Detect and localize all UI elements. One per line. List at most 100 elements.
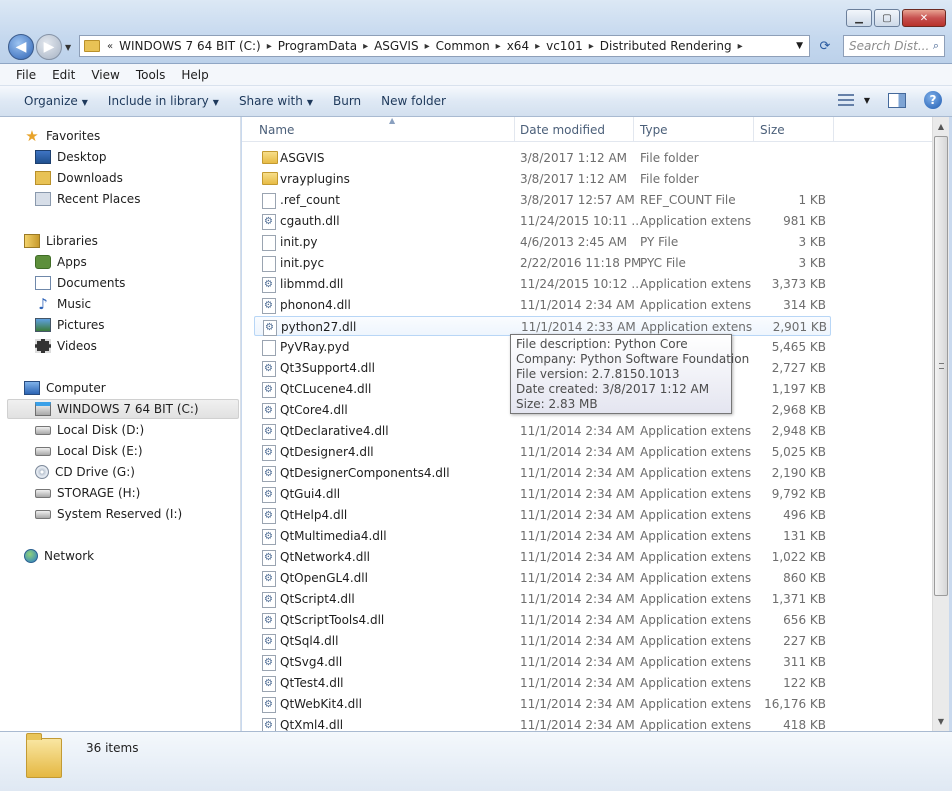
column-name[interactable]: Name ▲ (253, 117, 515, 142)
nav-desktop[interactable]: Desktop (35, 147, 107, 167)
breadcrumb-separator-icon[interactable]: ▸ (587, 41, 596, 52)
column-size[interactable]: Size (754, 117, 834, 142)
nav-drive-d[interactable]: Local Disk (D:) (35, 420, 144, 440)
breadcrumb-item[interactable]: x64 (503, 39, 533, 53)
file-row[interactable]: cgauth.dll 11/24/2015 10:11 ...Applicatio… (254, 211, 831, 231)
nav-documents[interactable]: Documents (35, 273, 125, 293)
file-row[interactable]: vrayplugins 3/8/2017 1:12 AM File folder (254, 169, 831, 189)
file-row[interactable]: QtOpenGL4.dll 11/1/2014 2:34 AM Applicatio… (254, 568, 831, 588)
vertical-scrollbar[interactable]: ▲ ▼ (932, 117, 949, 731)
address-bar[interactable]: « WINDOWS 7 64 BIT (C:) ▸ ProgramData ▸ ASGV… (79, 35, 810, 57)
breadcrumb-item[interactable]: ProgramData (274, 39, 361, 53)
breadcrumb-separator-icon[interactable]: ▸ (423, 41, 432, 52)
forward-button[interactable]: ▶ (36, 34, 62, 60)
file-type: Application extens... (640, 277, 752, 291)
scroll-thumb[interactable] (934, 136, 948, 596)
address-dropdown-icon[interactable]: ▼ (796, 41, 803, 51)
nav-videos[interactable]: Videos (35, 336, 97, 356)
nav-apps[interactable]: Apps (35, 252, 87, 272)
nav-music[interactable]: ♪ Music (35, 294, 91, 314)
file-row[interactable]: QtTest4.dll 11/1/2014 2:34 AM Application … (254, 673, 831, 693)
burn-button[interactable]: Burn (323, 94, 371, 108)
overflow-chevron[interactable]: « (105, 41, 115, 52)
nav-label: STORAGE (H:) (57, 486, 141, 500)
file-row[interactable]: .ref_count 3/8/2017 12:57 AM REF_COUNT Fil… (254, 190, 831, 210)
help-icon[interactable]: ? (924, 91, 942, 109)
file-row[interactable]: QtDesigner4.dll 11/1/2014 2:34 AM Applicat… (254, 442, 831, 462)
include-in-library-button[interactable]: Include in library ▼ (98, 94, 229, 108)
scroll-down-button[interactable]: ▼ (933, 713, 949, 730)
menu-file[interactable]: File (8, 68, 44, 82)
file-row[interactable]: QtWebKit4.dll 11/1/2014 2:34 AM Applicatio… (254, 694, 831, 714)
close-button[interactable]: ✕ (902, 9, 946, 27)
file-row[interactable]: QtXml4.dll 11/1/2014 2:34 AM Application e… (254, 715, 831, 731)
nav-pictures[interactable]: Pictures (35, 315, 105, 335)
file-row[interactable]: QtSvg4.dll 11/1/2014 2:34 AM Application e… (254, 652, 831, 672)
back-button[interactable]: ◀ (8, 34, 34, 60)
file-row[interactable]: phonon4.dll 11/1/2014 2:34 AM Application … (254, 295, 831, 315)
search-input[interactable]: Search Dist... ⌕ (843, 35, 945, 57)
file-row[interactable]: QtSql4.dll 11/1/2014 2:34 AM Application e… (254, 631, 831, 651)
file-row[interactable]: QtScript4.dll 11/1/2014 2:34 AM Applicatio… (254, 589, 831, 609)
breadcrumb-separator-icon[interactable]: ▸ (494, 41, 503, 52)
file-row[interactable]: QtScriptTools4.dll 11/1/2014 2:34 AM Appli… (254, 610, 831, 630)
breadcrumb-separator-icon[interactable]: ▸ (361, 41, 370, 52)
file-row[interactable]: QtDesignerComponents4.dll 11/1/2014 2:34 … (254, 463, 831, 483)
breadcrumb-item[interactable]: Common (432, 39, 494, 53)
menu-tools[interactable]: Tools (128, 68, 174, 82)
new-folder-button[interactable]: New folder (371, 94, 456, 108)
file-row[interactable]: init.py 4/6/2013 2:45 AM PY File 3 KB (254, 232, 831, 252)
file-name: .ref_count (280, 193, 340, 207)
file-row[interactable]: init.pyc 2/22/2016 11:18 PM PYC File 3 KB (254, 253, 831, 273)
menu-help[interactable]: Help (173, 68, 216, 82)
breadcrumb-separator-icon[interactable]: ▸ (736, 41, 745, 52)
nav-network[interactable]: Network (24, 546, 94, 566)
nav-drive-e[interactable]: Local Disk (E:) (35, 441, 143, 461)
menu-view[interactable]: View (83, 68, 127, 82)
breadcrumb-item[interactable]: vc101 (542, 39, 587, 53)
file-date: 11/24/2015 10:11 ... (520, 214, 643, 228)
file-size: 1 KB (798, 193, 826, 207)
column-date-modified[interactable]: Date modified (514, 117, 634, 142)
nav-computer[interactable]: Computer (24, 378, 106, 398)
file-row[interactable]: QtHelp4.dll 11/1/2014 2:34 AM Application … (254, 505, 831, 525)
menu-edit[interactable]: Edit (44, 68, 83, 82)
nav-libraries[interactable]: Libraries (24, 231, 98, 251)
breadcrumb-item[interactable]: WINDOWS 7 64 BIT (C:) (115, 39, 265, 53)
breadcrumb-item[interactable]: ASGVIS (370, 39, 423, 53)
search-icon[interactable]: ⌕ (933, 39, 939, 53)
file-row[interactable]: QtNetwork4.dll 11/1/2014 2:34 AM Applicati… (254, 547, 831, 567)
column-type[interactable]: Type (634, 117, 754, 142)
breadcrumb-separator-icon[interactable]: ▸ (265, 41, 274, 52)
organize-button[interactable]: Organize ▼ (14, 94, 98, 108)
nav-drive-h[interactable]: STORAGE (H:) (35, 483, 140, 503)
breadcrumb-item[interactable]: Distributed Rendering (596, 39, 736, 53)
preview-pane-icon[interactable] (888, 92, 906, 108)
file-row[interactable]: QtMultimedia4.dll 11/1/2014 2:34 AM Applic… (254, 526, 831, 546)
nav-favorites[interactable]: ★ Favorites (24, 126, 100, 146)
file-name: init.py (280, 235, 318, 249)
breadcrumb-separator-icon[interactable]: ▸ (533, 41, 542, 52)
recent-pages-dropdown[interactable]: ▼ (65, 43, 71, 52)
refresh-button[interactable]: ⟳ (814, 35, 836, 57)
nav-drive-c[interactable]: WINDOWS 7 64 BIT (C:) (7, 399, 239, 419)
nav-recent-places[interactable]: Recent Places (35, 189, 140, 209)
scroll-up-button[interactable]: ▲ (933, 118, 949, 135)
maximize-button[interactable]: ▢ (874, 9, 900, 27)
file-row[interactable]: QtDeclarative4.dll 11/1/2014 2:34 AM Appli… (254, 421, 831, 441)
share-with-button[interactable]: Share with ▼ (229, 94, 323, 108)
minimize-button[interactable]: ▁ (846, 9, 872, 27)
file-name: Qt3Support4.dll (280, 361, 375, 375)
nav-drive-g[interactable]: CD Drive (G:) (35, 462, 135, 482)
hard-drive-icon (35, 509, 51, 519)
change-view-icon[interactable] (837, 94, 854, 106)
dll-file-icon (262, 466, 276, 482)
nav-drive-i[interactable]: System Reserved (I:) (35, 504, 182, 524)
file-row[interactable]: QtGui4.dll 11/1/2014 2:34 AM Application e… (254, 484, 831, 504)
file-row[interactable]: ASGVIS 3/8/2017 1:12 AM File folder (254, 148, 831, 168)
nav-downloads[interactable]: Downloads (35, 168, 123, 188)
file-type: Application extens... (640, 550, 752, 564)
view-options-dropdown-icon[interactable]: ▼ (864, 96, 870, 105)
file-row[interactable]: libmmd.dll 11/24/2015 10:12 ...Applicatio… (254, 274, 831, 294)
file-row[interactable]: python27.dll 11/1/2014 2:33 AM Application… (254, 316, 831, 336)
